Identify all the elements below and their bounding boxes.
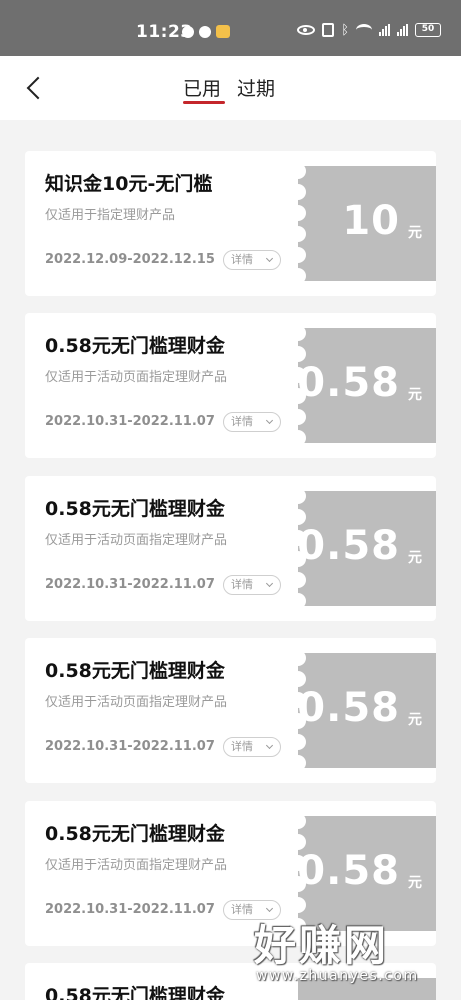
signal-5g-icon	[379, 24, 390, 36]
coupon-title: 0.58元无门槛理财金	[45, 498, 225, 520]
chevron-down-icon	[265, 741, 274, 750]
coupon-validity-date: 2022.10.31-2022.11.07	[45, 902, 215, 917]
chevron-down-icon	[265, 254, 274, 263]
active-tab-indicator	[183, 101, 225, 104]
coupon-description: 仅适用于活动页面指定理财产品	[45, 858, 228, 873]
coupon-title: 0.58元无门槛理财金	[45, 823, 225, 845]
watermark-url: www.zhuanyes.com	[256, 968, 419, 984]
watermark-logo-text: 好赚网	[254, 921, 390, 970]
coupon-amount: 10	[342, 198, 400, 244]
coupon-amount: 0.58	[297, 360, 400, 406]
back-arrow-icon[interactable]	[24, 74, 48, 102]
detail-button[interactable]: 详情	[223, 737, 281, 757]
nfc-icon	[322, 23, 335, 37]
coupon-title: 0.58元无门槛理财金	[45, 985, 225, 1000]
detail-button[interactable]: 详情	[223, 575, 281, 595]
status-bar: 11:23 ᛒ 50	[0, 0, 461, 56]
coupon-description: 仅适用于活动页面指定理财产品	[45, 370, 228, 385]
coupon-title: 0.58元无门槛理财金	[45, 660, 225, 682]
ticket-notches	[290, 488, 306, 609]
nav-bar: 已用 过期	[0, 56, 461, 120]
coupon-stub: 0.58 元	[297, 491, 436, 606]
detail-label: 详情	[231, 415, 253, 428]
tab-expired[interactable]: 过期	[237, 74, 275, 101]
coupon-unit: 元	[408, 387, 422, 403]
app-notification-icon	[216, 25, 230, 38]
eye-icon	[297, 25, 316, 35]
coupon-description: 仅适用于活动页面指定理财产品	[45, 695, 228, 710]
coupon-description: 仅适用于活动页面指定理财产品	[45, 533, 228, 548]
coupon-unit: 元	[408, 875, 422, 891]
battery-icon: 50	[415, 23, 441, 37]
detail-button[interactable]: 详情	[223, 250, 281, 270]
coupon-card[interactable]: 0.58元无门槛理财金 仅适用于活动页面指定理财产品 2022.10.31-20…	[25, 638, 436, 783]
detail-label: 详情	[231, 578, 253, 591]
coupon-stub: 0.58 元	[297, 653, 436, 768]
coupon-unit: 元	[408, 550, 422, 566]
coupon-stub: 10 元	[298, 166, 436, 281]
coupon-card[interactable]: 知识金10元-无门槛 仅适用于指定理财产品 2022.12.09-2022.12…	[25, 151, 436, 296]
site-watermark: 好赚网 www.zhuanyes.com	[250, 912, 450, 992]
coupon-validity-date: 2022.12.09-2022.12.15	[45, 252, 215, 267]
coupon-title: 0.58元无门槛理财金	[45, 335, 225, 357]
message-bubble-icon	[199, 25, 211, 38]
coupon-unit: 元	[408, 225, 422, 241]
wifi-icon	[356, 24, 372, 36]
ticket-notches	[290, 325, 306, 446]
detail-label: 详情	[231, 740, 253, 753]
tab-used[interactable]: 已用	[183, 74, 221, 101]
coupon-amount: 0.58	[297, 523, 400, 569]
chevron-down-icon	[265, 416, 274, 425]
coupon-stub: 0.58 元	[297, 328, 436, 443]
status-notification-icons	[182, 25, 230, 38]
coupon-unit: 元	[408, 712, 422, 728]
ticket-notches	[290, 163, 306, 284]
coupon-validity-date: 2022.10.31-2022.11.07	[45, 414, 215, 429]
status-system-icons: ᛒ 50	[297, 23, 441, 37]
signal-4g-icon	[397, 24, 408, 36]
ticket-notches	[290, 650, 306, 771]
coupon-validity-date: 2022.10.31-2022.11.07	[45, 739, 215, 754]
detail-label: 详情	[231, 253, 253, 266]
shield-check-icon	[182, 25, 194, 38]
chevron-down-icon	[265, 904, 274, 913]
coupon-amount: 0.58	[297, 848, 400, 894]
coupon-validity-date: 2022.10.31-2022.11.07	[45, 577, 215, 592]
coupon-description: 仅适用于指定理财产品	[45, 208, 176, 223]
coupon-card[interactable]: 0.58元无门槛理财金 仅适用于活动页面指定理财产品 2022.10.31-20…	[25, 476, 436, 621]
chevron-down-icon	[265, 579, 274, 588]
coupon-amount: 0.58	[297, 685, 400, 731]
detail-button[interactable]: 详情	[223, 412, 281, 432]
coupon-title: 知识金10元-无门槛	[45, 173, 213, 195]
bluetooth-icon: ᛒ	[341, 22, 349, 38]
coupon-card[interactable]: 0.58元无门槛理财金 仅适用于活动页面指定理财产品 2022.10.31-20…	[25, 313, 436, 458]
